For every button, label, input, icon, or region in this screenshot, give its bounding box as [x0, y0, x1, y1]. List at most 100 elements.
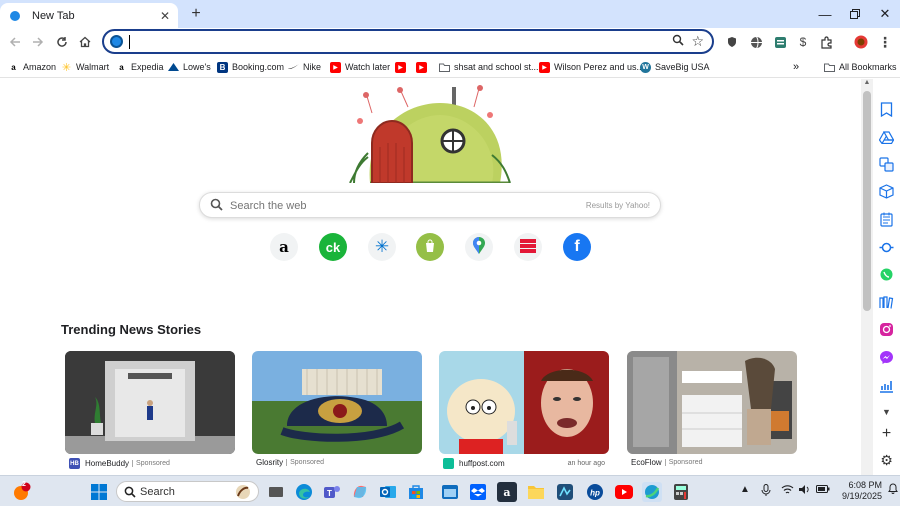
site-info-icon[interactable] — [110, 35, 123, 48]
house-doodle-image[interactable] — [340, 84, 520, 185]
reload-icon[interactable] — [52, 32, 72, 52]
news-card[interactable]: HB HomeBuddy Sponsored — [65, 351, 235, 475]
task-view-icon[interactable] — [266, 482, 286, 502]
show-hidden-icons-icon[interactable]: ▲ — [740, 484, 750, 495]
edge-icon[interactable] — [294, 482, 314, 502]
bookmark-savebig[interactable]: W SaveBig USA — [640, 60, 710, 74]
taskbar-search[interactable]: Search — [116, 481, 259, 502]
news-card[interactable]: EcoFlow Sponsored — [627, 351, 797, 475]
side-panel-settings-icon[interactable]: ⚙ — [878, 452, 895, 469]
bookmark-booking[interactable]: B Booking.com — [217, 60, 284, 74]
outlook-icon[interactable] — [378, 482, 398, 502]
web-search-input[interactable] — [230, 197, 560, 215]
start-windows-icon[interactable] — [89, 482, 109, 502]
notes-icon[interactable] — [878, 211, 895, 228]
extensions-puzzle-icon[interactable] — [818, 34, 834, 50]
side-panel-add-icon[interactable]: + — [878, 425, 895, 442]
system-clock[interactable]: 6:08 PM 9/19/2025 — [832, 480, 882, 502]
globe-extension-icon[interactable] — [748, 34, 764, 50]
news-card[interactable]: Glosrity Sponsored — [252, 351, 422, 475]
browser-app-icon[interactable] — [642, 482, 662, 502]
bookmarks-overflow-icon[interactable]: » — [793, 60, 799, 74]
bookmark-amazon[interactable]: a Amazon — [8, 60, 56, 74]
quick-link-credit-karma[interactable]: ck — [319, 233, 347, 261]
bookmark-watch-later[interactable]: ▶ Watch later — [330, 60, 390, 74]
compass-icon[interactable] — [878, 239, 895, 256]
restore-button[interactable] — [840, 0, 870, 28]
quick-link-maps[interactable] — [465, 233, 493, 261]
side-panel-more-icon[interactable]: ▼ — [878, 403, 895, 420]
amazon-icon: a — [11, 62, 16, 72]
package-icon[interactable] — [878, 183, 895, 200]
microphone-icon[interactable] — [761, 484, 771, 499]
app-window-icon[interactable] — [440, 482, 460, 502]
news-card[interactable]: huffpost.com an hour ago — [439, 351, 609, 475]
home-icon[interactable] — [75, 32, 95, 52]
tab-title: New Tab — [32, 9, 75, 22]
weather-widget-icon[interactable] — [10, 482, 32, 502]
bookmark-youtube-2[interactable]: ▶ — [416, 60, 431, 74]
bookmark-walmart[interactable]: ✳ Walmart — [61, 60, 109, 74]
copilot-icon[interactable] — [350, 482, 370, 502]
quick-link-facebook[interactable]: f — [563, 233, 591, 261]
media-app-icon[interactable] — [555, 482, 575, 502]
volume-icon[interactable] — [798, 484, 811, 498]
bookmark-folder-shsat[interactable]: shsat and school st... — [439, 60, 539, 74]
all-bookmarks[interactable]: All Bookmarks — [824, 60, 897, 74]
powered-by-label: Results by Yahoo! — [585, 201, 650, 210]
bookmark-check-icon[interactable] — [878, 101, 895, 118]
scroll-up-arrow-icon[interactable]: ▲ — [861, 79, 873, 89]
whatsapp-icon[interactable] — [878, 266, 895, 283]
quick-link-amazon[interactable]: a — [270, 233, 298, 261]
trending-heading: Trending News Stories — [61, 322, 202, 337]
sponsored-label: Sponsored — [286, 459, 324, 466]
bookmark-lowes[interactable]: Lowe's — [168, 60, 211, 74]
youtube-app-icon[interactable] — [614, 482, 634, 502]
back-icon[interactable] — [5, 32, 25, 52]
bookmark-expedia[interactable]: a Expedia — [116, 60, 163, 74]
bookmark-star-icon[interactable]: ☆ — [691, 33, 704, 50]
bookmark-youtube-1[interactable]: ▶ — [395, 60, 410, 74]
bookmark-nike[interactable]: Nike — [288, 60, 321, 74]
dollar-extension-icon[interactable]: $ — [795, 34, 811, 50]
minimize-button[interactable]: — — [810, 0, 840, 28]
teams-icon[interactable]: T — [322, 482, 342, 502]
wifi-icon[interactable] — [781, 484, 794, 498]
zoom-icon[interactable] — [672, 34, 684, 49]
web-search-box[interactable]: Results by Yahoo! — [199, 192, 661, 218]
profile-avatar-icon[interactable] — [853, 34, 869, 50]
shield-extension-icon[interactable] — [724, 34, 740, 50]
tab-new-tab[interactable]: New Tab ✕ — [0, 3, 178, 28]
library-icon[interactable] — [878, 294, 895, 311]
bookmark-wilson-perez[interactable]: ▶ Wilson Perez and us... — [539, 60, 644, 74]
notification-bell-icon[interactable] — [888, 482, 898, 497]
page-scrollbar[interactable]: ▲ — [861, 79, 873, 475]
chart-icon[interactable] — [878, 377, 895, 394]
instagram-icon[interactable] — [878, 321, 895, 338]
menu-kebab-icon[interactable]: ⋮ — [877, 34, 893, 50]
quick-link-walmart[interactable]: ✳ — [368, 233, 396, 261]
youtube-icon: ▶ — [539, 61, 550, 73]
new-tab-button[interactable]: + — [186, 4, 206, 24]
forward-icon[interactable] — [28, 32, 48, 52]
close-window-button[interactable]: ✕ — [870, 0, 900, 28]
scrollbar-thumb[interactable] — [863, 91, 871, 311]
battery-icon[interactable] — [816, 484, 830, 497]
hp-icon[interactable]: hp — [585, 482, 605, 502]
translate-icon[interactable] — [878, 156, 895, 173]
address-input[interactable] — [132, 33, 652, 51]
drive-icon[interactable] — [878, 129, 895, 146]
address-bar[interactable]: ☆ — [102, 29, 714, 54]
calculator-app-icon[interactable] — [671, 482, 691, 502]
dropbox-icon[interactable] — [468, 482, 488, 502]
search-icon — [124, 486, 136, 501]
store-icon[interactable] — [406, 482, 426, 502]
file-explorer-icon[interactable] — [526, 482, 546, 502]
tab-close-icon[interactable]: ✕ — [160, 9, 170, 23]
quick-link-espn[interactable] — [514, 233, 542, 261]
quick-link-shopify[interactable] — [416, 233, 444, 261]
amazon-app-icon[interactable]: a — [497, 482, 517, 502]
svg-text:hp: hp — [590, 489, 600, 498]
grid-extension-icon[interactable] — [772, 34, 788, 50]
messenger-icon[interactable] — [878, 349, 895, 366]
